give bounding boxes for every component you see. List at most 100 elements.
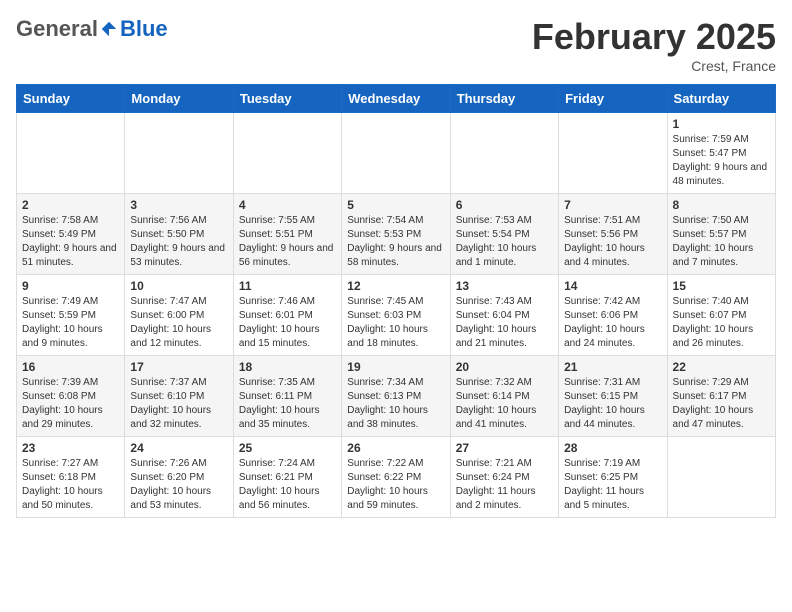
day-info: Sunrise: 7:31 AM Sunset: 6:15 PM Dayligh… bbox=[564, 376, 661, 432]
calendar-cell: 5 Sunrise: 7:54 AM Sunset: 5:53 PM Daylig… bbox=[342, 194, 450, 275]
day-number: 28 bbox=[564, 441, 661, 455]
calendar-cell: 2 Sunrise: 7:58 AM Sunset: 5:49 PM Daylig… bbox=[17, 194, 125, 275]
logo-blue-text: Blue bbox=[120, 16, 168, 42]
day-info: Sunrise: 7:27 AM Sunset: 6:18 PM Dayligh… bbox=[22, 457, 119, 513]
day-info: Sunrise: 7:50 AM Sunset: 5:57 PM Dayligh… bbox=[673, 214, 770, 270]
day-number: 22 bbox=[673, 360, 770, 374]
day-info: Sunrise: 7:29 AM Sunset: 6:17 PM Dayligh… bbox=[673, 376, 770, 432]
calendar-cell: 15 Sunrise: 7:40 AM Sunset: 6:07 PM Dayli… bbox=[667, 275, 775, 356]
day-of-week-header: Thursday bbox=[450, 85, 558, 113]
month-year: February 2025 bbox=[532, 16, 776, 58]
day-info: Sunrise: 7:21 AM Sunset: 6:24 PM Dayligh… bbox=[456, 457, 553, 513]
day-of-week-header: Wednesday bbox=[342, 85, 450, 113]
calendar-cell: 16 Sunrise: 7:39 AM Sunset: 6:08 PM Dayli… bbox=[17, 356, 125, 437]
calendar-cell: 20 Sunrise: 7:32 AM Sunset: 6:14 PM Dayli… bbox=[450, 356, 558, 437]
day-number: 20 bbox=[456, 360, 553, 374]
calendar-cell: 27 Sunrise: 7:21 AM Sunset: 6:24 PM Dayli… bbox=[450, 437, 558, 518]
day-number: 24 bbox=[130, 441, 227, 455]
day-number: 10 bbox=[130, 279, 227, 293]
day-info: Sunrise: 7:49 AM Sunset: 5:59 PM Dayligh… bbox=[22, 295, 119, 351]
day-info: Sunrise: 7:19 AM Sunset: 6:25 PM Dayligh… bbox=[564, 457, 661, 513]
calendar-cell: 9 Sunrise: 7:49 AM Sunset: 5:59 PM Daylig… bbox=[17, 275, 125, 356]
day-number: 21 bbox=[564, 360, 661, 374]
day-info: Sunrise: 7:54 AM Sunset: 5:53 PM Dayligh… bbox=[347, 214, 444, 270]
calendar-cell bbox=[342, 113, 450, 194]
calendar-cell: 17 Sunrise: 7:37 AM Sunset: 6:10 PM Dayli… bbox=[125, 356, 233, 437]
logo: General Blue bbox=[16, 16, 168, 42]
day-of-week-header: Tuesday bbox=[233, 85, 341, 113]
day-of-week-header: Sunday bbox=[17, 85, 125, 113]
calendar-week-row: 2 Sunrise: 7:58 AM Sunset: 5:49 PM Daylig… bbox=[17, 194, 776, 275]
day-number: 19 bbox=[347, 360, 444, 374]
day-info: Sunrise: 7:39 AM Sunset: 6:08 PM Dayligh… bbox=[22, 376, 119, 432]
calendar-week-row: 9 Sunrise: 7:49 AM Sunset: 5:59 PM Daylig… bbox=[17, 275, 776, 356]
day-info: Sunrise: 7:22 AM Sunset: 6:22 PM Dayligh… bbox=[347, 457, 444, 513]
day-info: Sunrise: 7:51 AM Sunset: 5:56 PM Dayligh… bbox=[564, 214, 661, 270]
calendar-cell: 19 Sunrise: 7:34 AM Sunset: 6:13 PM Dayli… bbox=[342, 356, 450, 437]
calendar-week-row: 1Sunrise: 7:59 AM Sunset: 5:47 PM Daylig… bbox=[17, 113, 776, 194]
calendar-cell: 3 Sunrise: 7:56 AM Sunset: 5:50 PM Daylig… bbox=[125, 194, 233, 275]
day-info: Sunrise: 7:47 AM Sunset: 6:00 PM Dayligh… bbox=[130, 295, 227, 351]
day-number: 16 bbox=[22, 360, 119, 374]
day-number: 3 bbox=[130, 198, 227, 212]
calendar-cell bbox=[667, 437, 775, 518]
calendar-table: SundayMondayTuesdayWednesdayThursdayFrid… bbox=[16, 84, 776, 518]
day-number: 4 bbox=[239, 198, 336, 212]
day-of-week-header: Monday bbox=[125, 85, 233, 113]
calendar-cell: 14 Sunrise: 7:42 AM Sunset: 6:06 PM Dayli… bbox=[559, 275, 667, 356]
day-info: Sunrise: 7:42 AM Sunset: 6:06 PM Dayligh… bbox=[564, 295, 661, 351]
page-header: General Blue February 2025 Crest, France bbox=[16, 16, 776, 74]
day-of-week-header: Friday bbox=[559, 85, 667, 113]
day-number: 14 bbox=[564, 279, 661, 293]
calendar-cell: 10 Sunrise: 7:47 AM Sunset: 6:00 PM Dayli… bbox=[125, 275, 233, 356]
calendar-cell: 6Sunrise: 7:53 AM Sunset: 5:54 PM Daylig… bbox=[450, 194, 558, 275]
day-number: 13 bbox=[456, 279, 553, 293]
day-number: 27 bbox=[456, 441, 553, 455]
logo-icon bbox=[100, 20, 118, 38]
day-info: Sunrise: 7:35 AM Sunset: 6:11 PM Dayligh… bbox=[239, 376, 336, 432]
day-info: Sunrise: 7:43 AM Sunset: 6:04 PM Dayligh… bbox=[456, 295, 553, 351]
day-number: 26 bbox=[347, 441, 444, 455]
calendar-cell bbox=[233, 113, 341, 194]
location: Crest, France bbox=[532, 58, 776, 74]
calendar-cell: 7 Sunrise: 7:51 AM Sunset: 5:56 PM Daylig… bbox=[559, 194, 667, 275]
calendar-header-row: SundayMondayTuesdayWednesdayThursdayFrid… bbox=[17, 85, 776, 113]
day-number: 5 bbox=[347, 198, 444, 212]
calendar-cell bbox=[559, 113, 667, 194]
calendar-cell: 18Sunrise: 7:35 AM Sunset: 6:11 PM Dayli… bbox=[233, 356, 341, 437]
day-info: Sunrise: 7:32 AM Sunset: 6:14 PM Dayligh… bbox=[456, 376, 553, 432]
calendar-cell: 26 Sunrise: 7:22 AM Sunset: 6:22 PM Dayli… bbox=[342, 437, 450, 518]
day-number: 7 bbox=[564, 198, 661, 212]
day-info: Sunrise: 7:34 AM Sunset: 6:13 PM Dayligh… bbox=[347, 376, 444, 432]
day-number: 9 bbox=[22, 279, 119, 293]
day-number: 6 bbox=[456, 198, 553, 212]
day-info: Sunrise: 7:58 AM Sunset: 5:49 PM Dayligh… bbox=[22, 214, 119, 270]
day-info: Sunrise: 7:37 AM Sunset: 6:10 PM Dayligh… bbox=[130, 376, 227, 432]
day-number: 11 bbox=[239, 279, 336, 293]
calendar-cell bbox=[450, 113, 558, 194]
calendar-cell: 23Sunrise: 7:27 AM Sunset: 6:18 PM Dayli… bbox=[17, 437, 125, 518]
calendar-cell: 22 Sunrise: 7:29 AM Sunset: 6:17 PM Dayli… bbox=[667, 356, 775, 437]
day-info: Sunrise: 7:59 AM Sunset: 5:47 PM Dayligh… bbox=[673, 133, 770, 189]
day-number: 17 bbox=[130, 360, 227, 374]
day-number: 2 bbox=[22, 198, 119, 212]
day-info: Sunrise: 7:55 AM Sunset: 5:51 PM Dayligh… bbox=[239, 214, 336, 270]
day-number: 25 bbox=[239, 441, 336, 455]
day-number: 15 bbox=[673, 279, 770, 293]
day-info: Sunrise: 7:26 AM Sunset: 6:20 PM Dayligh… bbox=[130, 457, 227, 513]
day-info: Sunrise: 7:46 AM Sunset: 6:01 PM Dayligh… bbox=[239, 295, 336, 351]
day-number: 12 bbox=[347, 279, 444, 293]
calendar-cell: 8 Sunrise: 7:50 AM Sunset: 5:57 PM Daylig… bbox=[667, 194, 775, 275]
calendar-week-row: 16 Sunrise: 7:39 AM Sunset: 6:08 PM Dayli… bbox=[17, 356, 776, 437]
calendar-cell: 28 Sunrise: 7:19 AM Sunset: 6:25 PM Dayli… bbox=[559, 437, 667, 518]
day-of-week-header: Saturday bbox=[667, 85, 775, 113]
calendar-cell bbox=[125, 113, 233, 194]
logo-general-text: General bbox=[16, 16, 98, 42]
day-info: Sunrise: 7:56 AM Sunset: 5:50 PM Dayligh… bbox=[130, 214, 227, 270]
calendar-cell: 13 Sunrise: 7:43 AM Sunset: 6:04 PM Dayli… bbox=[450, 275, 558, 356]
calendar-cell: 11 Sunrise: 7:46 AM Sunset: 6:01 PM Dayli… bbox=[233, 275, 341, 356]
calendar-cell: 1Sunrise: 7:59 AM Sunset: 5:47 PM Daylig… bbox=[667, 113, 775, 194]
day-number: 8 bbox=[673, 198, 770, 212]
day-info: Sunrise: 7:40 AM Sunset: 6:07 PM Dayligh… bbox=[673, 295, 770, 351]
title-block: February 2025 Crest, France bbox=[532, 16, 776, 74]
